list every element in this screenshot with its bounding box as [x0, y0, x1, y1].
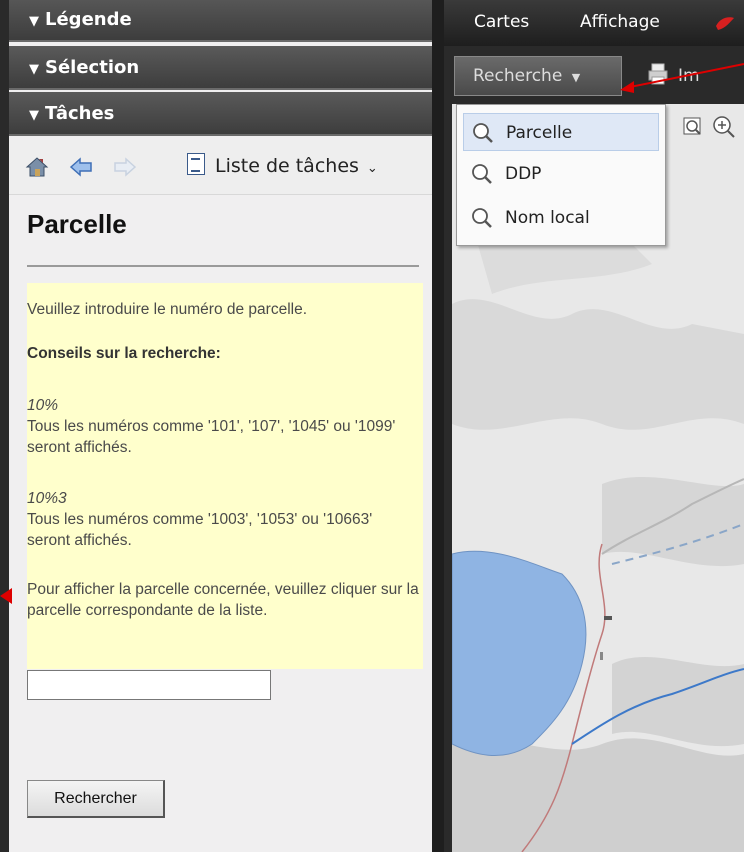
back-arrow-icon[interactable] — [69, 156, 93, 178]
accordion-selection-label: Sélection — [45, 57, 140, 78]
document-icon — [187, 153, 205, 175]
brand-logo-icon — [716, 17, 734, 30]
accordion-legende-label: Légende — [45, 9, 132, 30]
divider — [27, 265, 419, 267]
task-list-dropdown[interactable]: Liste de tâches ⌄ — [187, 153, 378, 177]
help-example1-pattern: 10% — [27, 397, 59, 414]
help-tips-heading: Conseils sur la recherche: — [27, 345, 221, 362]
map-tools — [683, 116, 735, 138]
parcel-number-input[interactable] — [27, 670, 271, 700]
magnifier-icon — [472, 164, 492, 184]
left-panel: ▼ Légende ▼ Sélection ▼ Tâches Liste de tâc… — [0, 0, 444, 852]
task-toolbar: Liste de tâches ⌄ — [9, 140, 432, 195]
triangle-down-icon: ▼ — [29, 14, 39, 29]
triangle-down-icon: ▼ — [29, 108, 39, 123]
help-example1-text: Tous les numéros comme '101', '107', '10… — [27, 418, 396, 456]
menu-cartes[interactable]: Cartes — [474, 12, 529, 32]
annotation-arrow-tip — [0, 588, 12, 604]
recherche-label: Recherche — [473, 66, 563, 86]
help-example2-pattern: 10%3 — [27, 490, 67, 507]
accordion-taches[interactable]: ▼ Tâches — [9, 92, 432, 136]
menu-bar: Cartes Affichage — [444, 0, 744, 46]
task-content: Parcelle Veuillez introduire le numéro d… — [9, 195, 432, 852]
help-box: Veuillez introduire le numéro de parcell… — [27, 283, 423, 669]
search-button[interactable]: Rechercher — [27, 780, 165, 818]
help-outro: Pour afficher la parcelle concernée, veu… — [27, 581, 419, 619]
dropdown-item-label: Nom local — [505, 208, 590, 228]
panel-border — [0, 0, 9, 852]
task-list-label: Liste de tâches — [215, 155, 359, 177]
accordion-legende[interactable]: ▼ Légende — [9, 0, 432, 42]
help-intro: Veuillez introduire le numéro de parcell… — [27, 301, 308, 318]
dropdown-item-ddp[interactable]: DDP — [463, 155, 659, 193]
accordion-taches-label: Tâches — [45, 103, 115, 124]
dropdown-item-label: DDP — [505, 164, 542, 184]
help-example2-text: Tous les numéros comme '1003', '1053' ou… — [27, 511, 373, 549]
menu-affichage[interactable]: Affichage — [580, 12, 660, 32]
map-border — [444, 104, 452, 852]
chevron-down-icon: ⌄ — [366, 161, 378, 176]
dropdown-item-parcelle[interactable]: Parcelle — [463, 113, 659, 151]
accordion-selection[interactable]: ▼ Sélection — [9, 46, 432, 90]
panel-splitter[interactable] — [432, 0, 444, 852]
annotation-arrow — [620, 63, 744, 93]
triangle-down-icon: ▼ — [29, 62, 39, 77]
search-type-dropdown: Parcelle DDP Nom local — [456, 104, 666, 246]
dropdown-item-nom-local[interactable]: Nom local — [463, 199, 659, 237]
home-icon[interactable] — [25, 156, 49, 178]
page-title: Parcelle — [27, 209, 127, 239]
recherche-button[interactable]: Recherche ▼ — [454, 56, 622, 96]
magnifier-icon — [473, 123, 493, 143]
magnifier-icon — [472, 208, 492, 228]
forward-arrow-icon[interactable] — [113, 156, 137, 178]
dropdown-item-label: Parcelle — [506, 123, 573, 143]
caret-down-icon: ▼ — [571, 71, 581, 84]
